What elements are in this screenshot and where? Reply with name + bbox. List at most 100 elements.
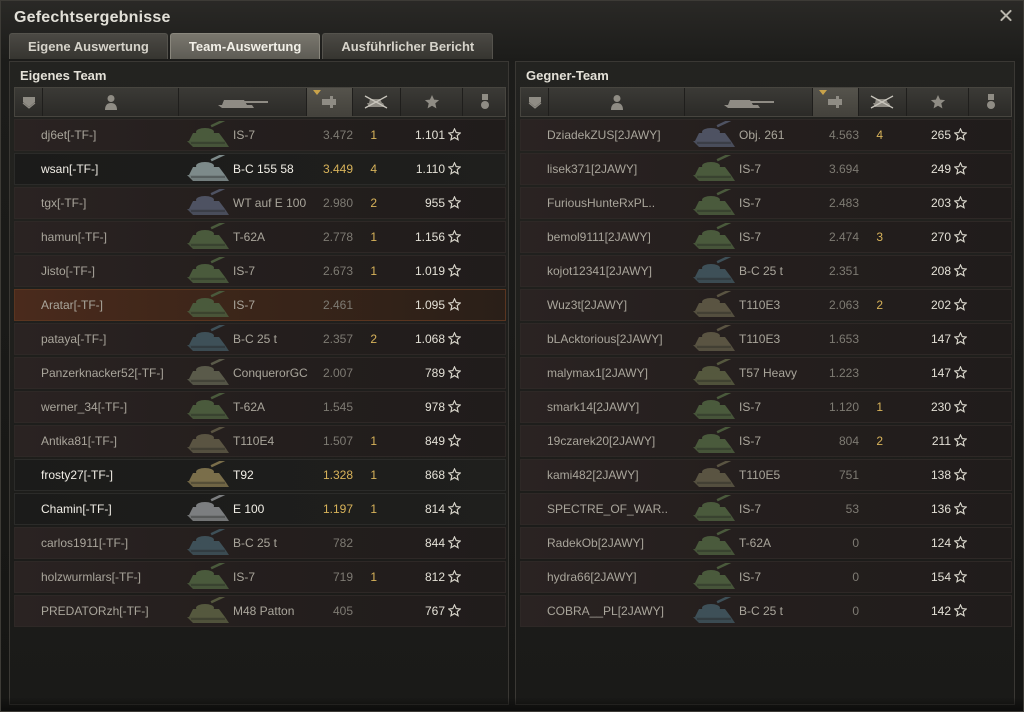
medal-icon — [480, 94, 489, 109]
squad-column-header[interactable] — [15, 88, 43, 116]
player-row[interactable]: Antika81[-TF-] T110E4 1.507 1 849 — [14, 425, 506, 457]
battle-results-window: Gefechtsergebnisse Eigene Auswertung Tea… — [0, 0, 1024, 712]
player-row[interactable]: kojot12341[2JAWY] B-C 25 t 2.351 208 — [520, 255, 1012, 287]
damage-value: 789 — [424, 366, 445, 380]
squad-column-header[interactable] — [521, 88, 549, 116]
damage-value: 202 — [930, 298, 951, 312]
player-row[interactable]: Wuz3t[2JAWY] T110E3 2.063 2 202 — [520, 289, 1012, 321]
tank-name: T-62A — [233, 400, 266, 414]
star-icon — [448, 162, 461, 175]
tank-name: IS-7 — [233, 264, 256, 278]
star-column-header[interactable] — [401, 88, 463, 116]
experience-value: 804 — [838, 434, 859, 448]
experience-value: 1.120 — [828, 400, 859, 414]
star-column-header[interactable] — [907, 88, 969, 116]
sort-arrow-icon — [313, 90, 321, 95]
player-row[interactable]: FuriousHunteRxPL.. IS-7 2.483 203 — [520, 187, 1012, 219]
tab-detailed-report[interactable]: Ausführlicher Bericht — [322, 33, 494, 59]
star-icon — [954, 570, 967, 583]
damage-value: 812 — [424, 570, 445, 584]
player-row[interactable]: 19czarek20[2JAWY] IS-7 804 2 211 — [520, 425, 1012, 457]
player-row[interactable]: lisek371[2JAWY] IS-7 3.694 249 — [520, 153, 1012, 185]
experience-value: 3.449 — [322, 162, 353, 176]
player-row[interactable]: bemol9111[2JAWY] IS-7 2.474 3 270 — [520, 221, 1012, 253]
player-row[interactable]: wsan[-TF-] B-C 155 58 3.449 4 1.110 — [14, 153, 506, 185]
xp-column-header[interactable] — [307, 88, 353, 116]
medal-column-header[interactable] — [969, 88, 1013, 116]
player-row[interactable]: Panzerknacker52[-TF-] ConquerorGC 2.007 789 — [14, 357, 506, 389]
player-name: lisek371[2JAWY] — [547, 162, 638, 176]
xp-icon — [827, 96, 842, 108]
player-row[interactable]: hamun[-TF-] T-62A 2.778 1 1.156 — [14, 221, 506, 253]
tab-personal-results[interactable]: Eigene Auswertung — [9, 33, 168, 59]
damage-value: 844 — [424, 536, 445, 550]
player-icon — [104, 95, 117, 110]
player-name: Jisto[-TF-] — [41, 264, 95, 278]
player-name: carlos1911[-TF-] — [41, 536, 129, 550]
player-row[interactable]: dj6et[-TF-] IS-7 3.472 1 1.101 — [14, 119, 506, 151]
player-row[interactable]: COBRA__PL[2JAWY] B-C 25 t 0 142 — [520, 595, 1012, 627]
tank-column-header[interactable] — [685, 88, 813, 116]
experience-value: 2.007 — [322, 366, 353, 380]
player-row[interactable]: Chamin[-TF-] E 100 1.197 1 814 — [14, 493, 506, 525]
kills-icon — [364, 95, 387, 109]
damage-value: 270 — [930, 230, 951, 244]
tank-name: IS-7 — [739, 570, 762, 584]
tab-team-results[interactable]: Team-Auswertung — [169, 33, 321, 59]
player-name: malymax1[2JAWY] — [547, 366, 648, 380]
experience-value: 2.483 — [828, 196, 859, 210]
player-row[interactable]: pataya[-TF-] B-C 25 t 2.357 2 1.068 — [14, 323, 506, 355]
player-row[interactable]: bLAcktorious[2JAWY] T110E3 1.653 147 — [520, 323, 1012, 355]
player-row[interactable]: PREDATORzh[-TF-] M48 Patton 405 767 — [14, 595, 506, 627]
tank-column-header[interactable] — [179, 88, 307, 116]
player-row[interactable]: hydra66[2JAWY] IS-7 0 154 — [520, 561, 1012, 593]
kills-column-header[interactable] — [353, 88, 401, 116]
player-name: kojot12341[2JAWY] — [547, 264, 652, 278]
player-column-header[interactable] — [43, 88, 179, 116]
player-row[interactable]: Jisto[-TF-] IS-7 2.673 1 1.019 — [14, 255, 506, 287]
tank-name: IS-7 — [739, 400, 762, 414]
player-name: 19czarek20[2JAWY] — [547, 434, 656, 448]
player-column-header[interactable] — [549, 88, 685, 116]
kills-column-header[interactable] — [859, 88, 907, 116]
player-row[interactable]: frosty27[-TF-] T92 1.328 1 868 — [14, 459, 506, 491]
player-row[interactable]: werner_34[-TF-] T-62A 1.545 978 — [14, 391, 506, 423]
player-name: tgx[-TF-] — [41, 196, 87, 210]
star-icon — [448, 536, 461, 549]
player-row[interactable]: RadekOb[2JAWY] T-62A 0 124 — [520, 527, 1012, 559]
tank-name: M48 Patton — [233, 604, 295, 618]
experience-value: 4.563 — [828, 128, 859, 142]
player-row[interactable]: SPECTRE_OF_WAR.. IS-7 53 136 — [520, 493, 1012, 525]
player-row[interactable]: Aratar[-TF-] IS-7 2.461 1.095 — [14, 289, 506, 321]
player-row[interactable]: carlos1911[-TF-] B-C 25 t 782 844 — [14, 527, 506, 559]
player-row[interactable]: DziadekZUS[2JAWY] Obj. 261 4.563 4 265 — [520, 119, 1012, 151]
player-row[interactable]: smark14[2JAWY] IS-7 1.120 1 230 — [520, 391, 1012, 423]
player-row[interactable]: tgx[-TF-] WT auf E 100 2.980 2 955 — [14, 187, 506, 219]
kills-value: 1 — [370, 230, 377, 244]
player-name: PREDATORzh[-TF-] — [41, 604, 149, 618]
tank-icon — [217, 100, 268, 108]
star-icon — [930, 95, 945, 109]
player-row[interactable]: kami482[2JAWY] T110E5 751 138 — [520, 459, 1012, 491]
xp-column-header[interactable] — [813, 88, 859, 116]
medal-column-header[interactable] — [463, 88, 507, 116]
experience-value: 0 — [852, 570, 859, 584]
kills-value: 4 — [876, 128, 883, 142]
experience-value: 2.778 — [322, 230, 353, 244]
player-name: hamun[-TF-] — [41, 230, 108, 244]
player-row[interactable]: holzwurmlars[-TF-] IS-7 719 1 812 — [14, 561, 506, 593]
tank-name: IS-7 — [233, 128, 256, 142]
player-name: bemol9111[2JAWY] — [547, 230, 651, 244]
star-icon — [448, 264, 461, 277]
star-icon — [954, 332, 967, 345]
title-bar[interactable]: Gefechtsergebnisse — [1, 1, 1023, 33]
player-name: Panzerknacker52[-TF-] — [41, 366, 164, 380]
player-name: werner_34[-TF-] — [41, 400, 128, 414]
close-icon[interactable] — [997, 7, 1015, 25]
kills-value: 1 — [370, 570, 377, 584]
player-row[interactable]: malymax1[2JAWY] T57 Heavy 1.223 147 — [520, 357, 1012, 389]
tank-name: IS-7 — [739, 162, 762, 176]
tank-name: T110E3 — [739, 298, 781, 312]
damage-value: 1.068 — [414, 332, 445, 346]
star-icon — [954, 162, 967, 175]
